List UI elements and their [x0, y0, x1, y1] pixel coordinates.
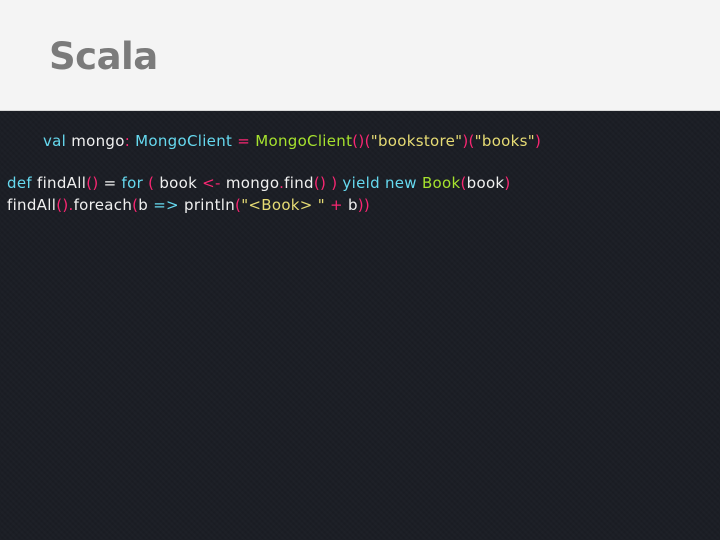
code-token-punct: ().: [56, 196, 74, 214]
code-token-plain: =: [98, 174, 122, 192]
code-token-string: "bookstore": [370, 132, 463, 150]
code-block: val mongo: MongoClient = MongoClient()("…: [0, 111, 720, 540]
code-token-keyword: for: [121, 174, 144, 192]
code-token-keyword: yield: [337, 174, 380, 192]
code-token-keyword: val: [43, 132, 67, 150]
code-token-keyword: def: [7, 174, 32, 192]
code-token-string: "<Book> ": [241, 196, 325, 214]
code-token-plain: book: [466, 174, 505, 192]
code-token-punct: =: [232, 132, 256, 150]
code-token-keyword: new: [379, 174, 417, 192]
code-token-plain: b: [347, 196, 358, 214]
code-token-keyword: =>: [148, 196, 184, 214]
slide-header: Scala: [0, 0, 720, 111]
code-token-string: "books": [474, 132, 535, 150]
code-token-type: Book: [416, 174, 461, 192]
code-token-plain: book: [159, 174, 198, 192]
code-token-plain: foreach: [73, 196, 133, 214]
code-token-type: MongoClient: [255, 132, 353, 150]
slide: Scala val mongo: MongoClient = MongoClie…: [0, 0, 720, 540]
code-token-punct: (: [143, 174, 160, 192]
code-token-plain: find: [284, 174, 314, 192]
code-line-2: def findAll() = for ( book <- mongo.find…: [7, 173, 511, 193]
code-line-3: findAll().foreach(b => println("<Book> "…: [7, 195, 370, 215]
code-token-punct: <-: [197, 174, 226, 192]
slide-title: Scala: [49, 35, 158, 78]
code-token-punct: )): [357, 196, 371, 214]
code-token-punct: (): [86, 174, 99, 192]
code-token-plain: mongo: [225, 174, 280, 192]
code-token-punct: +: [324, 196, 348, 214]
code-token-plain: println: [184, 196, 236, 214]
code-token-plain: findAll: [7, 196, 57, 214]
code-line-1: val mongo: MongoClient = MongoClient()("…: [43, 131, 541, 151]
code-token-plain: b: [138, 196, 149, 214]
code-token-punct: ): [534, 132, 542, 150]
code-token-punct: ): [504, 174, 511, 192]
code-token-punct: )(: [462, 132, 475, 150]
code-token-plain: findAll: [31, 174, 87, 192]
code-token-punct: () ): [313, 174, 338, 192]
code-token-plain: mongo: [66, 132, 125, 150]
code-token-keyword: MongoClient: [130, 132, 233, 150]
code-token-punct: ()(: [352, 132, 371, 150]
